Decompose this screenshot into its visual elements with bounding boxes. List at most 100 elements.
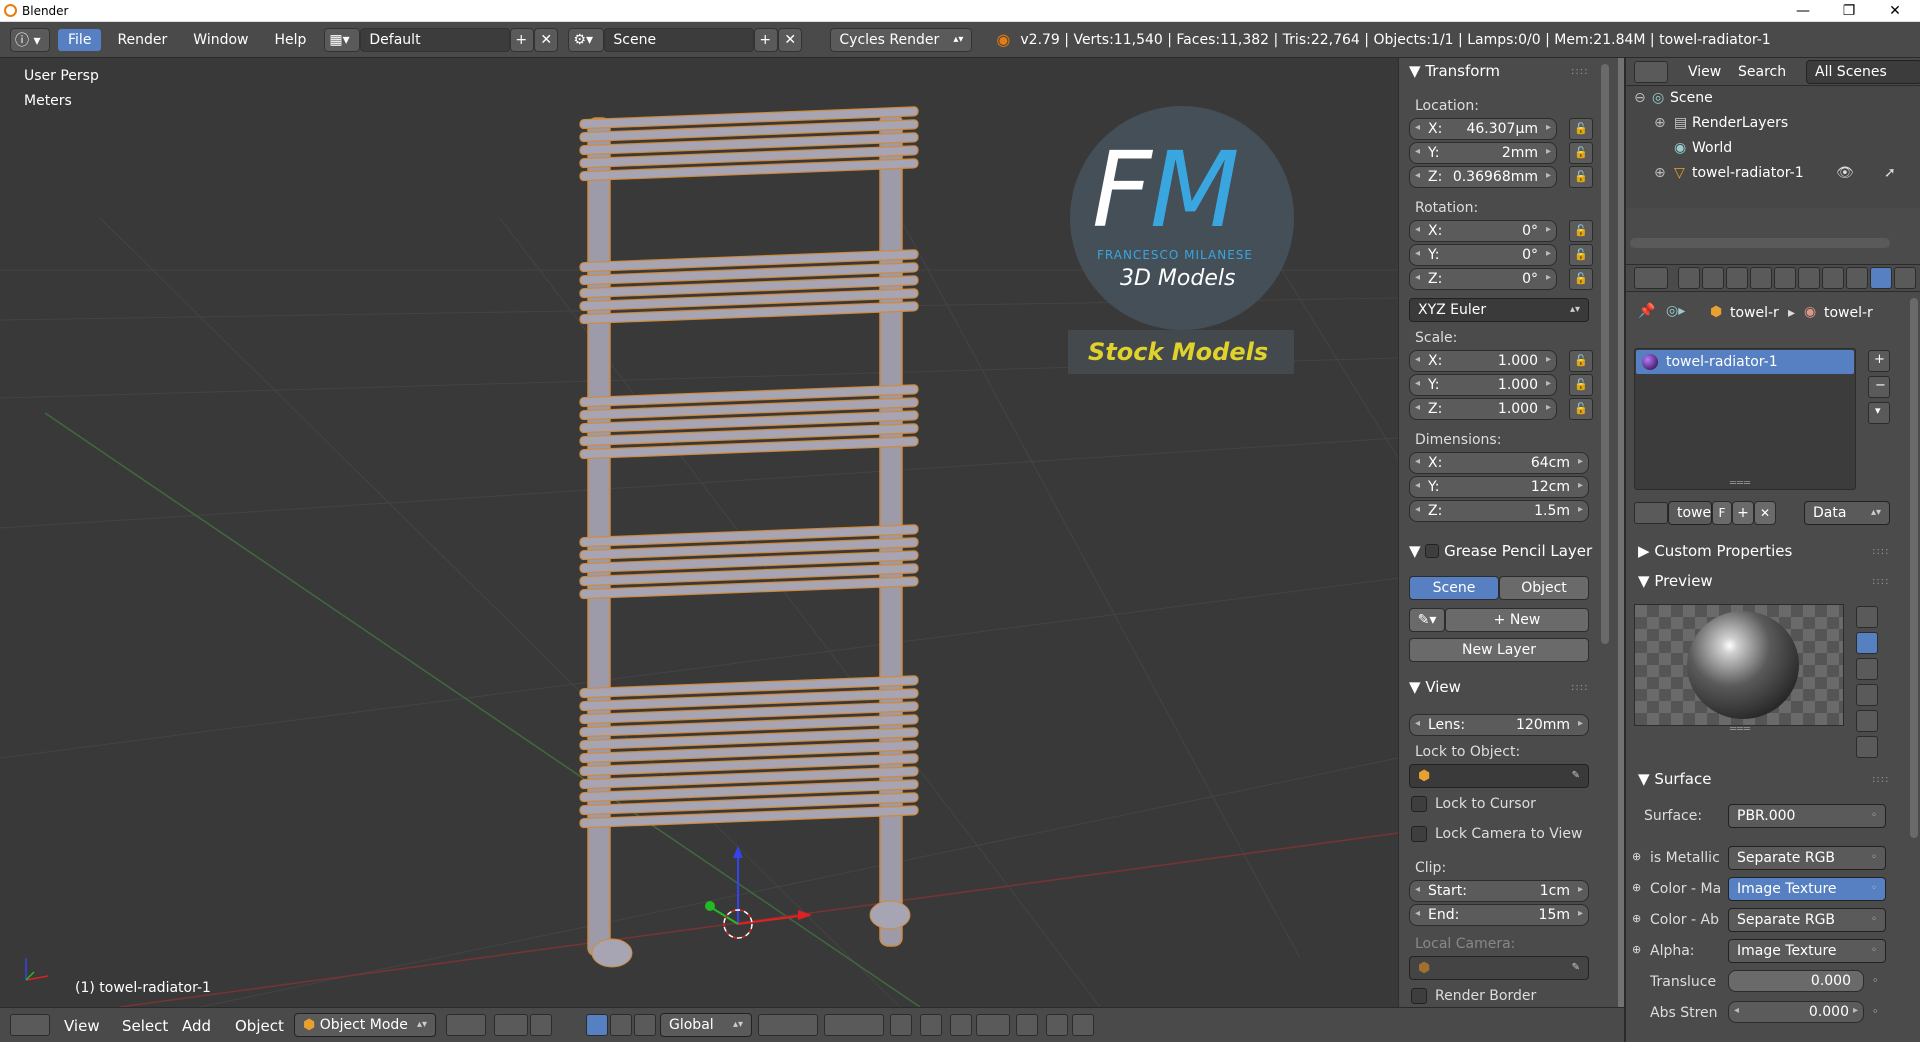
lock-object-field[interactable]: ⬢ ✎: [1409, 764, 1589, 788]
rotation-z-field[interactable]: ◂ Z: 0° ▸: [1409, 268, 1557, 290]
lock-cursor-checkbox[interactable]: [1411, 796, 1427, 812]
layers-grid-icon[interactable]: [758, 1014, 818, 1036]
rotation-mode-dropdown[interactable]: XYZ Euler ▴▾: [1409, 298, 1589, 322]
rotate-manipulator-icon[interactable]: [610, 1014, 632, 1036]
scale-manipulator-icon[interactable]: [634, 1014, 656, 1036]
scene-tab-icon[interactable]: [1726, 267, 1748, 289]
lock-camera-checkbox[interactable]: [1411, 826, 1427, 842]
proportional-edit-icon[interactable]: [920, 1014, 942, 1036]
lock-rotation-y-icon[interactable]: 🔓: [1569, 244, 1593, 266]
selectability-cursor-icon[interactable]: ➚: [1884, 165, 1896, 181]
menu-window[interactable]: Window: [183, 29, 258, 51]
panel-grip-icon[interactable]: ::::: [1571, 66, 1588, 77]
breadcrumb-object[interactable]: towel-r: [1730, 305, 1779, 321]
translucency-slider[interactable]: 0.000: [1728, 970, 1864, 992]
material-name-field[interactable]: towel: [1668, 501, 1715, 525]
translucency-link-icon[interactable]: ◦: [1872, 974, 1879, 987]
render-image-icon[interactable]: [1046, 1014, 1068, 1036]
expand-input-1-icon[interactable]: ⊕: [1632, 881, 1641, 894]
lock-scale-y-icon[interactable]: 🔓: [1569, 374, 1593, 396]
lock-rotation-z-icon[interactable]: 🔓: [1569, 268, 1593, 290]
render-engine-dropdown[interactable]: Cycles Render ▴▾: [830, 27, 973, 52]
render-border-checkbox[interactable]: [1411, 988, 1427, 1004]
eyedropper-icon[interactable]: ✎: [1572, 957, 1580, 979]
pivot-point-icon[interactable]: [494, 1014, 528, 1036]
abs-strength-link-icon[interactable]: ◦: [1872, 1005, 1879, 1018]
add-screen-icon[interactable]: +: [510, 27, 535, 52]
transform-panel-header[interactable]: ▼ Transform: [1409, 62, 1500, 80]
outliner-search-menu[interactable]: Search: [1738, 64, 1786, 80]
visibility-eye-icon[interactable]: 👁: [1836, 165, 1854, 181]
scene-field[interactable]: Scene: [604, 27, 755, 52]
modifiers-tab-icon[interactable]: [1822, 267, 1844, 289]
expand-input-3-icon[interactable]: ⊕: [1632, 943, 1641, 956]
list-resize-grip-icon[interactable]: ═══: [1730, 478, 1751, 489]
outliner-filter-dropdown[interactable]: All Scenes: [1806, 60, 1920, 84]
custom-properties-header[interactable]: ▶ Custom Properties: [1638, 542, 1792, 560]
eyedropper-icon[interactable]: ✎: [1572, 765, 1580, 787]
preview-monkey-icon[interactable]: [1856, 684, 1878, 706]
scene-icon[interactable]: ⚙▾: [568, 27, 605, 52]
outliner-item-scene[interactable]: Scene: [1670, 90, 1713, 106]
close-button[interactable]: ✕: [1872, 0, 1918, 22]
properties-editor-type-icon[interactable]: [1634, 267, 1668, 289]
dimension-y-field[interactable]: ◂ Y: 12cm ▸: [1409, 476, 1589, 498]
preview-cube-icon[interactable]: [1856, 658, 1878, 680]
pin-icon[interactable]: 📌: [1638, 303, 1655, 319]
scale-z-field[interactable]: ◂ Z: 1.000 ▸: [1409, 398, 1557, 420]
add-scene-icon[interactable]: +: [754, 27, 779, 52]
lens-field[interactable]: ◂ Lens: 120mm ▸: [1409, 714, 1589, 736]
gp-new-button[interactable]: + New: [1445, 608, 1589, 632]
location-x-field[interactable]: ◂ X: 46.307µm ▸: [1409, 118, 1557, 140]
view-panel-header[interactable]: ▼ View: [1409, 678, 1461, 696]
preview-sphere-icon[interactable]: [1856, 632, 1878, 654]
texture-tab-icon[interactable]: [1894, 267, 1916, 289]
expand-input-2-icon[interactable]: ⊕: [1632, 912, 1641, 925]
input-link-color-ma[interactable]: Image Texture ◦: [1728, 877, 1886, 901]
remove-slot-icon[interactable]: −: [1868, 376, 1890, 398]
location-z-field[interactable]: ◂ Z: 0.36968mm ▸: [1409, 166, 1557, 188]
render-tab-icon[interactable]: [1678, 267, 1700, 289]
lock-layers-icon[interactable]: [890, 1014, 912, 1036]
transform-orientation-dropdown[interactable]: Global ▴▾: [660, 1013, 752, 1037]
new-material-icon[interactable]: +: [1732, 501, 1754, 525]
input-link-metallic[interactable]: Separate RGB ◦: [1728, 846, 1886, 870]
object-tab-icon[interactable]: [1774, 267, 1796, 289]
outliner-view-menu[interactable]: View: [1688, 64, 1721, 80]
expand-scene-icon[interactable]: ⊖: [1634, 90, 1646, 106]
breadcrumb-material[interactable]: towel-r: [1824, 305, 1873, 321]
gp-scene-tab[interactable]: Scene: [1409, 576, 1499, 600]
constraints-tab-icon[interactable]: [1798, 267, 1820, 289]
layers-grid-2-icon[interactable]: [824, 1014, 884, 1036]
outliner-item-towel-radiator[interactable]: towel-radiator-1: [1692, 165, 1804, 181]
preview-resize-grip-icon[interactable]: ═══: [1730, 724, 1751, 735]
panel-grip-icon[interactable]: ::::: [1872, 774, 1889, 785]
preview-hair-icon[interactable]: [1856, 710, 1878, 732]
snap-element-icon[interactable]: [976, 1014, 1010, 1036]
preview-world-icon[interactable]: [1856, 736, 1878, 758]
dimension-z-field[interactable]: ◂ Z: 1.5m ▸: [1409, 500, 1589, 522]
link-mode-dropdown[interactable]: Data ▴▾: [1804, 501, 1890, 525]
menu-add[interactable]: Add: [182, 1017, 211, 1035]
properties-scrollbar[interactable]: [1910, 298, 1918, 838]
input-link-alpha[interactable]: Image Texture ◦: [1728, 939, 1886, 963]
data-tab-icon[interactable]: [1846, 267, 1868, 289]
snap-target-icon[interactable]: [1016, 1014, 1038, 1036]
menu-select[interactable]: Select: [122, 1017, 168, 1035]
surface-shader-dropdown[interactable]: PBR.000 ◦: [1728, 804, 1886, 828]
viewport-editor-type-icon[interactable]: [10, 1014, 50, 1036]
menu-render[interactable]: Render: [107, 29, 177, 51]
lock-location-y-icon[interactable]: 🔓: [1569, 142, 1593, 164]
unlink-material-icon[interactable]: ✕: [1754, 501, 1776, 525]
grease-pencil-enable-checkbox[interactable]: [1425, 543, 1440, 558]
transform-manipulator[interactable]: [705, 846, 812, 939]
scale-y-field[interactable]: ◂ Y: 1.000 ▸: [1409, 374, 1557, 396]
translate-manipulator-icon[interactable]: [586, 1014, 608, 1036]
expand-input-0-icon[interactable]: ⊕: [1632, 850, 1641, 863]
menu-help[interactable]: Help: [264, 29, 316, 51]
rotation-y-field[interactable]: ◂ Y: 0° ▸: [1409, 244, 1557, 266]
scale-x-field[interactable]: ◂ X: 1.000 ▸: [1409, 350, 1557, 372]
viewport-shading-icon[interactable]: [446, 1014, 486, 1036]
render-layers-tab-icon[interactable]: [1702, 267, 1724, 289]
outliner-item-world[interactable]: World: [1692, 140, 1732, 156]
